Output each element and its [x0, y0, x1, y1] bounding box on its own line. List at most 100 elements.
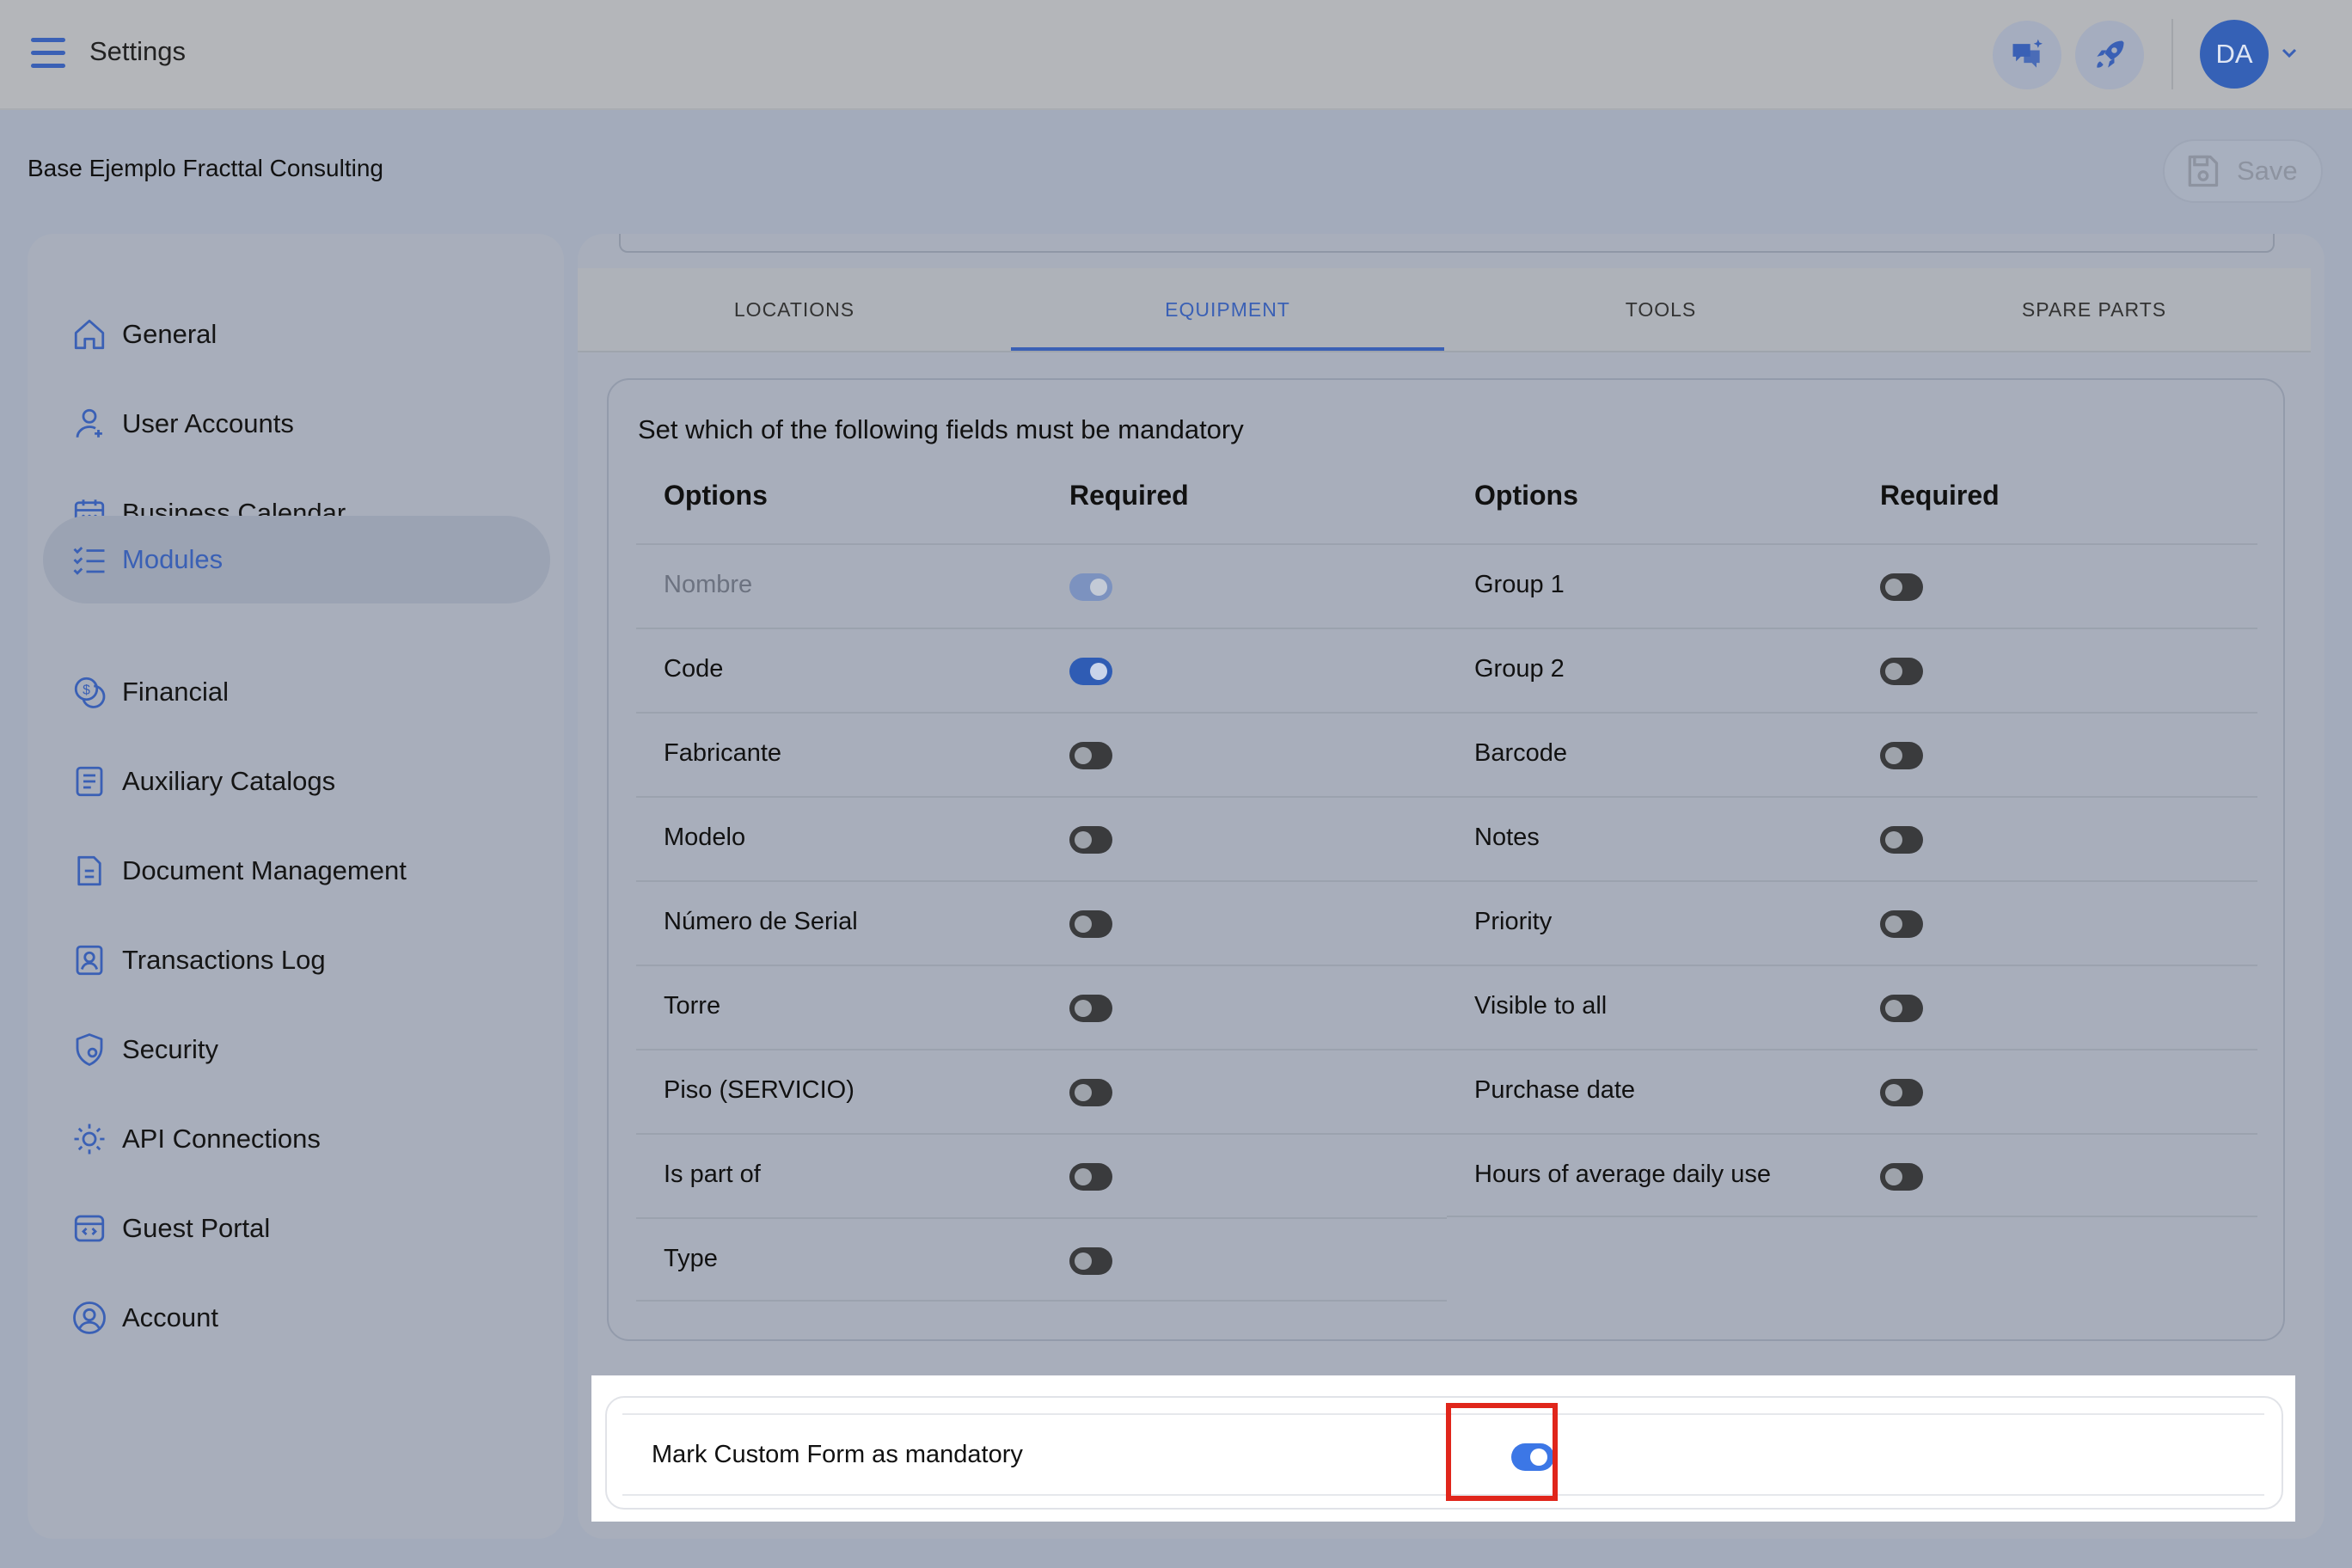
sidebar-item-label: Auxiliary Catalogs — [122, 766, 336, 796]
sidebar-item-label: Account — [122, 1302, 219, 1332]
required-toggle[interactable] — [1069, 658, 1112, 685]
field-label: Piso (SERVICIO) — [664, 1076, 854, 1104]
sidebar-item-financial[interactable]: $ Financial — [43, 648, 550, 736]
catalog-icon — [69, 761, 110, 802]
tab-equipment[interactable]: EQUIPMENT — [1011, 268, 1444, 351]
field-label: Barcode — [1474, 739, 1568, 767]
sidebar-item-security[interactable]: Security — [43, 1006, 550, 1093]
user-icon — [69, 403, 110, 444]
top-app-bar: Settings DA — [0, 0, 2352, 110]
api-gear-icon — [69, 1118, 110, 1160]
table-row: Torre — [636, 965, 1447, 1049]
field-label: Is part of — [664, 1161, 761, 1188]
account-icon — [69, 1297, 110, 1338]
column-header-required: Required — [1069, 480, 1189, 511]
field-label: Fabricante — [664, 739, 782, 767]
required-toggle[interactable] — [1880, 573, 1923, 601]
required-toggle[interactable] — [1069, 1163, 1112, 1191]
page-title: Settings — [89, 36, 187, 66]
rocket-icon — [2097, 40, 2124, 68]
required-toggle[interactable] — [1880, 1079, 1923, 1106]
column-header-options: Options — [664, 480, 768, 511]
required-toggle[interactable] — [1880, 826, 1923, 854]
sidebar-item-guest-portal[interactable]: Guest Portal — [43, 1185, 550, 1272]
avatar[interactable]: DA — [2200, 20, 2269, 89]
column-header-required: Required — [1880, 480, 2000, 511]
table-row: Hours of average daily use — [1447, 1133, 2257, 1217]
table-row: Code — [636, 628, 1447, 712]
sidebar-item-document-management[interactable]: Document Management — [43, 827, 550, 915]
sidebar-item-api-connections[interactable]: API Connections — [43, 1095, 550, 1183]
checklist-icon — [69, 539, 110, 580]
settings-sidebar: General User Accounts Business Calendar … — [28, 234, 564, 1539]
sidebar-item-modules[interactable]: Modules — [43, 516, 550, 603]
tab-locations[interactable]: LOCATIONS — [578, 268, 1011, 351]
save-button-label: Save — [2237, 156, 2298, 186]
coins-icon: $ — [69, 671, 110, 713]
custom-form-card: Mark Custom Form as mandatory — [605, 1396, 2283, 1510]
sidebar-item-general[interactable]: General — [43, 291, 550, 378]
sidebar-item-label: General — [122, 319, 217, 349]
table-row: Fabricante — [636, 712, 1447, 796]
required-toggle[interactable] — [1069, 995, 1112, 1022]
save-button[interactable]: Save — [2163, 139, 2323, 203]
chevron-down-icon[interactable] — [2280, 45, 2299, 62]
required-toggle[interactable] — [1880, 910, 1923, 938]
sidebar-item-transactions-log[interactable]: Transactions Log — [43, 916, 550, 1004]
table-row: Piso (SERVICIO) — [636, 1049, 1447, 1133]
tab-spare-parts[interactable]: SPARE PARTS — [1877, 268, 2311, 351]
sidebar-item-label: Transactions Log — [122, 945, 326, 975]
module-tabs: LOCATIONS EQUIPMENT TOOLS SPARE PARTS — [578, 268, 2311, 352]
required-toggle[interactable] — [1069, 910, 1112, 938]
field-label: Type — [664, 1245, 718, 1272]
launch-button[interactable] — [2075, 21, 2144, 89]
table-row: Visible to all — [1447, 965, 2257, 1049]
sidebar-item-label: Financial — [122, 677, 230, 707]
required-toggle[interactable] — [1069, 1079, 1112, 1106]
chat-support-button[interactable] — [1993, 21, 2061, 89]
card-title: Set which of the following fields must b… — [638, 414, 1244, 444]
svg-text:$: $ — [83, 683, 90, 698]
required-toggle[interactable] — [1880, 658, 1923, 685]
organization-name: Base Ejemplo Fracttal Consulting — [28, 155, 383, 181]
floppy-disk-icon — [2188, 155, 2219, 187]
sidebar-item-account[interactable]: Account — [43, 1274, 550, 1362]
custom-form-label: Mark Custom Form as mandatory — [652, 1441, 1023, 1468]
table-row: Group 2 — [1447, 628, 2257, 712]
field-label: Notes — [1474, 824, 1540, 851]
sidebar-item-label: Guest Portal — [122, 1213, 271, 1243]
field-label: Visible to all — [1474, 992, 1608, 1020]
table-row: Nombre — [636, 543, 1447, 628]
sidebar-item-label: User Accounts — [122, 408, 294, 438]
required-toggle[interactable] — [1069, 742, 1112, 769]
field-label: Modelo — [664, 824, 746, 851]
required-toggle[interactable] — [1069, 1247, 1112, 1275]
chat-sparkle-icon — [2012, 39, 2043, 68]
table-row: Purchase date — [1447, 1049, 2257, 1133]
mandatory-fields-card: Set which of the following fields must b… — [607, 378, 2285, 1341]
required-toggle[interactable] — [1880, 742, 1923, 769]
shield-icon — [69, 1029, 110, 1070]
field-label: Code — [664, 655, 724, 683]
table-row: Modelo — [636, 796, 1447, 880]
portal-icon — [69, 1208, 110, 1249]
sidebar-item-auxiliary-catalogs[interactable]: Auxiliary Catalogs — [43, 738, 550, 825]
required-toggle[interactable] — [1880, 1163, 1923, 1191]
field-label: Group 2 — [1474, 655, 1565, 683]
field-label: Group 1 — [1474, 571, 1565, 598]
field-label: Purchase date — [1474, 1076, 1636, 1104]
sidebar-item-label: Document Management — [122, 855, 407, 885]
required-toggle[interactable] — [1069, 826, 1112, 854]
table-row: Notes — [1447, 796, 2257, 880]
sidebar-item-label: Modules — [122, 544, 224, 574]
header-divider — [2171, 19, 2173, 89]
sidebar-item-user-accounts[interactable]: User Accounts — [43, 380, 550, 468]
home-icon — [69, 314, 110, 355]
required-toggle[interactable] — [1880, 995, 1923, 1022]
hamburger-menu-icon[interactable] — [31, 38, 65, 69]
log-icon — [69, 940, 110, 981]
tab-tools[interactable]: TOOLS — [1444, 268, 1877, 351]
required-toggle — [1069, 573, 1112, 601]
previous-section-edge — [619, 234, 2275, 253]
table-row: Priority — [1447, 880, 2257, 965]
